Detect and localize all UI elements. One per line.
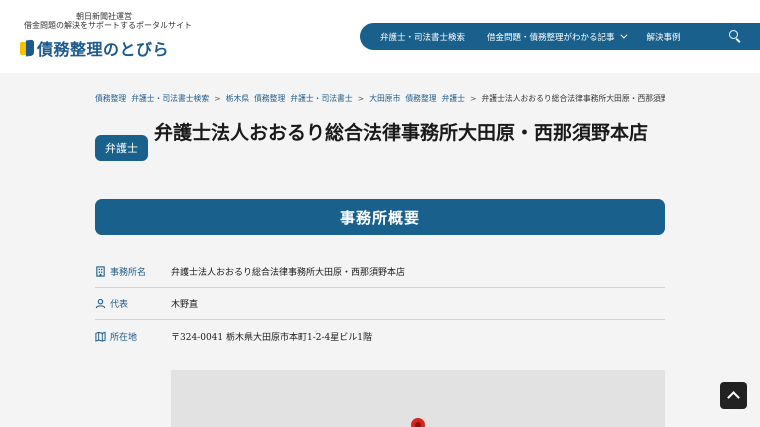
global-nav: 弁護士・司法書士検索 借金問題・債務整理がわかる記事 解決事例 (360, 23, 760, 50)
breadcrumb-item[interactable]: 債務整理 (405, 93, 436, 104)
chevron-down-icon (619, 31, 627, 39)
arrow-up-icon (727, 391, 740, 404)
logo-text: 債務整理のとびら (37, 40, 170, 59)
breadcrumb: 債務整理 弁護士・司法書士検索 > 栃木県 債務整理 弁護士・司法書士 > 大田… (95, 92, 665, 104)
tagline-line2: 借金問題の解決をサポートするポータルサイト (24, 21, 192, 30)
search-icon[interactable] (729, 30, 742, 43)
breadcrumb-item[interactable]: 債務整理 (254, 93, 285, 104)
nav-item-articles[interactable]: 借金問題・債務整理がわかる記事 (487, 31, 627, 43)
site-header: 朝日新聞社運営 借金問題の解決をサポートするポータルサイト 債務整理のとびら 弁… (0, 0, 760, 73)
info-label: 事務所名 (110, 268, 147, 278)
breadcrumb-item[interactable]: 大田原市 (369, 93, 400, 104)
nav-item-lawyer-search[interactable]: 弁護士・司法書士検索 (380, 31, 465, 43)
breadcrumb-separator: > (357, 93, 365, 103)
breadcrumb-item[interactable]: 弁護士・司法書士 (290, 93, 352, 104)
nav-item-label: 解決事例 (646, 32, 681, 43)
map-icon (95, 331, 106, 342)
person-icon (95, 298, 106, 309)
page-top-button[interactable] (720, 382, 747, 409)
breadcrumb-item[interactable]: 弁護士・司法書士検索 (131, 93, 209, 104)
category-badge: 弁護士 (95, 135, 148, 161)
breadcrumb-current: 弁護士法人おおるり総合法律事務所大田原・西那須野本店 (481, 93, 665, 103)
info-value: 木野直 (171, 300, 199, 310)
breadcrumb-separator: > (214, 93, 221, 103)
info-value: 弁護士法人おおるり総合法律事務所大田原・西那須野本店 (171, 268, 406, 278)
info-value: 〒324-0041 栃木県大田原市本町1-2-4星ビル1階 (171, 332, 372, 343)
info-row-address: 所在地 〒324-0041 栃木県大田原市本町1-2-4星ビル1階 (95, 320, 665, 352)
breadcrumb-item[interactable]: 債務整理 (95, 93, 126, 104)
page-title: 弁護士法人おおるり総合法律事務所大田原・西那須野本店 (154, 122, 649, 144)
nav-item-label: 借金問題・債務整理がわかる記事 (487, 32, 615, 43)
info-row-representative: 代表 木野直 (95, 288, 665, 320)
building-icon (96, 266, 105, 277)
office-info-table: 事務所名 弁護士法人おおるり総合法律事務所大田原・西那須野本店 代表 木野直 所… (95, 256, 665, 352)
nav-item-label: 弁護士・司法書士検索 (380, 32, 466, 43)
breadcrumb-item[interactable]: 弁護士 (442, 93, 465, 104)
breadcrumb-separator: > (469, 93, 477, 103)
info-label: 代表 (110, 300, 129, 310)
door-logo-icon (20, 39, 34, 57)
info-row-office-name: 事務所名 弁護士法人おおるり総合法律事務所大田原・西那須野本店 (95, 256, 665, 288)
section-heading: 事務所概要 (95, 199, 665, 235)
nav-item-cases[interactable]: 解決事例 (647, 31, 681, 43)
breadcrumb-item[interactable]: 栃木県 (226, 93, 249, 104)
info-label: 所在地 (110, 332, 138, 343)
